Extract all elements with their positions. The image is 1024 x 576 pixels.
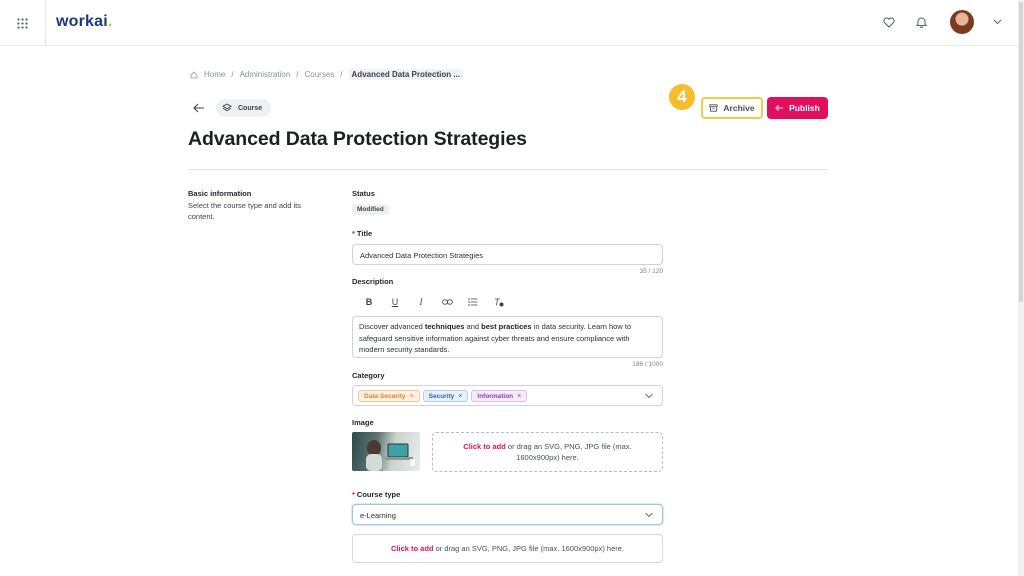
description-label: Description <box>352 277 394 286</box>
course-type-label-text: Course type <box>356 490 401 499</box>
heart-icon <box>883 17 895 28</box>
title-char-counter: 35 / 120 <box>639 268 664 275</box>
required-asterisk: * <box>352 490 355 499</box>
clear-format-button[interactable] <box>486 295 512 309</box>
breadcrumb-separator: / <box>340 70 343 79</box>
course-type-chip: Course <box>216 99 272 117</box>
favorites-button[interactable] <box>880 13 898 31</box>
course-image-thumbnail[interactable] <box>352 432 420 471</box>
title-input[interactable]: Advanced Data Protection Strategies <box>352 244 663 265</box>
status-badge: Modified <box>352 204 389 215</box>
italic-glyph: I <box>419 297 423 307</box>
breadcrumb-administration[interactable]: Administration <box>240 70 291 79</box>
home-icon <box>190 71 198 78</box>
title-input-value: Advanced Data Protection Strategies <box>360 251 483 260</box>
course-type-value: e-Learning <box>360 511 396 520</box>
section-title: Basic information <box>188 189 252 198</box>
course-type-label: * Course type <box>352 490 400 499</box>
top-right-actions <box>880 10 1006 34</box>
description-char-counter: 186 / 1000 <box>632 361 663 368</box>
arrow-left-icon <box>193 103 204 113</box>
breadcrumb: Home / Administration / Courses / Advanc… <box>190 69 463 80</box>
description-editor[interactable]: Discover advanced techniques and best pr… <box>352 316 663 358</box>
user-menu-toggle[interactable] <box>988 13 1006 31</box>
publish-label: Publish <box>789 103 820 113</box>
image-dropzone[interactable]: Click to add or drag an SVG, PNG, JPG fi… <box>432 432 663 472</box>
status-label: Status <box>352 189 375 198</box>
top-bar: workai. <box>0 0 1018 46</box>
remove-tag-icon[interactable]: × <box>458 393 462 400</box>
breadcrumb-separator: / <box>296 70 299 79</box>
chevron-down-icon <box>993 19 1001 25</box>
category-select[interactable]: Data Security × Security × Information × <box>352 385 663 406</box>
logo-text: workai <box>56 13 108 30</box>
description-text: Discover advanced techniques and best pr… <box>359 322 632 354</box>
breadcrumb-current: Advanced Data Protection ... <box>348 69 463 80</box>
breadcrumb-home[interactable]: Home <box>204 70 225 79</box>
apps-grid-button[interactable] <box>0 0 46 46</box>
category-tag: Information × <box>471 390 528 402</box>
page-title: Advanced Data Protection Strategies <box>188 128 527 150</box>
workai-logo[interactable]: workai. <box>56 13 113 31</box>
image-click-to-add[interactable]: Click to add <box>463 442 506 451</box>
category-tags: Data Security × Security × Information × <box>358 390 530 402</box>
content-file-dropzone[interactable]: Click to add or drag an SVG, PNG, JPG fi… <box>352 534 663 563</box>
bullet-list-icon <box>468 298 478 306</box>
breadcrumb-courses[interactable]: Courses <box>305 70 335 79</box>
layers-icon <box>222 103 232 112</box>
remove-tag-icon[interactable]: × <box>410 393 414 400</box>
header-divider <box>188 169 828 170</box>
category-tag-label: Data Security <box>364 392 406 400</box>
title-label-text: Title <box>356 229 373 238</box>
archive-label: Archive <box>723 103 755 113</box>
bell-icon <box>915 17 927 28</box>
user-avatar[interactable] <box>950 10 974 34</box>
file-click-to-add[interactable]: Click to add <box>391 544 434 553</box>
section-description: Select the course type and add its conte… <box>188 201 301 221</box>
underline-glyph: U <box>391 297 399 307</box>
chevron-down-icon <box>645 393 653 398</box>
clear-format-icon <box>495 298 504 306</box>
apps-grid-icon <box>17 17 28 29</box>
course-chip-label: Course <box>238 104 263 112</box>
publish-button[interactable]: Publish <box>767 97 828 119</box>
bold-glyph: B <box>365 297 373 307</box>
remove-tag-icon[interactable]: × <box>517 393 521 400</box>
archive-button[interactable]: Archive <box>701 97 763 119</box>
chevron-down-icon <box>645 512 653 517</box>
rich-text-toolbar: B U I <box>356 295 512 309</box>
image-label: Image <box>352 418 374 427</box>
italic-button[interactable]: I <box>408 295 434 309</box>
category-label: Category <box>352 371 385 380</box>
page-scrollbar[interactable] <box>1018 0 1024 576</box>
archive-icon <box>709 104 719 112</box>
required-asterisk: * <box>352 229 355 238</box>
category-tag-label: Information <box>477 392 514 400</box>
bullet-list-button[interactable] <box>460 295 486 309</box>
laptop-photo <box>366 440 415 471</box>
notifications-button[interactable] <box>912 13 930 31</box>
category-tag: Data Security × <box>358 390 420 402</box>
title-label: * Title <box>352 229 372 238</box>
file-dropzone-text: Click to add or drag an SVG, PNG, JPG fi… <box>390 544 625 553</box>
bold-button[interactable]: B <box>356 295 382 309</box>
logo-dot: . <box>107 13 113 30</box>
scrollbar-thumb[interactable] <box>1019 2 1023 302</box>
publish-icon <box>775 105 784 111</box>
link-icon <box>441 299 453 305</box>
underline-button[interactable]: U <box>382 295 408 309</box>
category-tag-label: Security <box>428 392 455 400</box>
course-type-select[interactable]: e-Learning <box>352 504 663 525</box>
link-button[interactable] <box>434 295 460 309</box>
breadcrumb-separator: / <box>231 70 234 79</box>
category-tag: Security × <box>422 390 469 402</box>
back-button[interactable] <box>192 101 206 115</box>
step-number-badge: 4 <box>669 84 695 110</box>
image-dropzone-text: Click to add or drag an SVG, PNG, JPG fi… <box>463 442 632 462</box>
